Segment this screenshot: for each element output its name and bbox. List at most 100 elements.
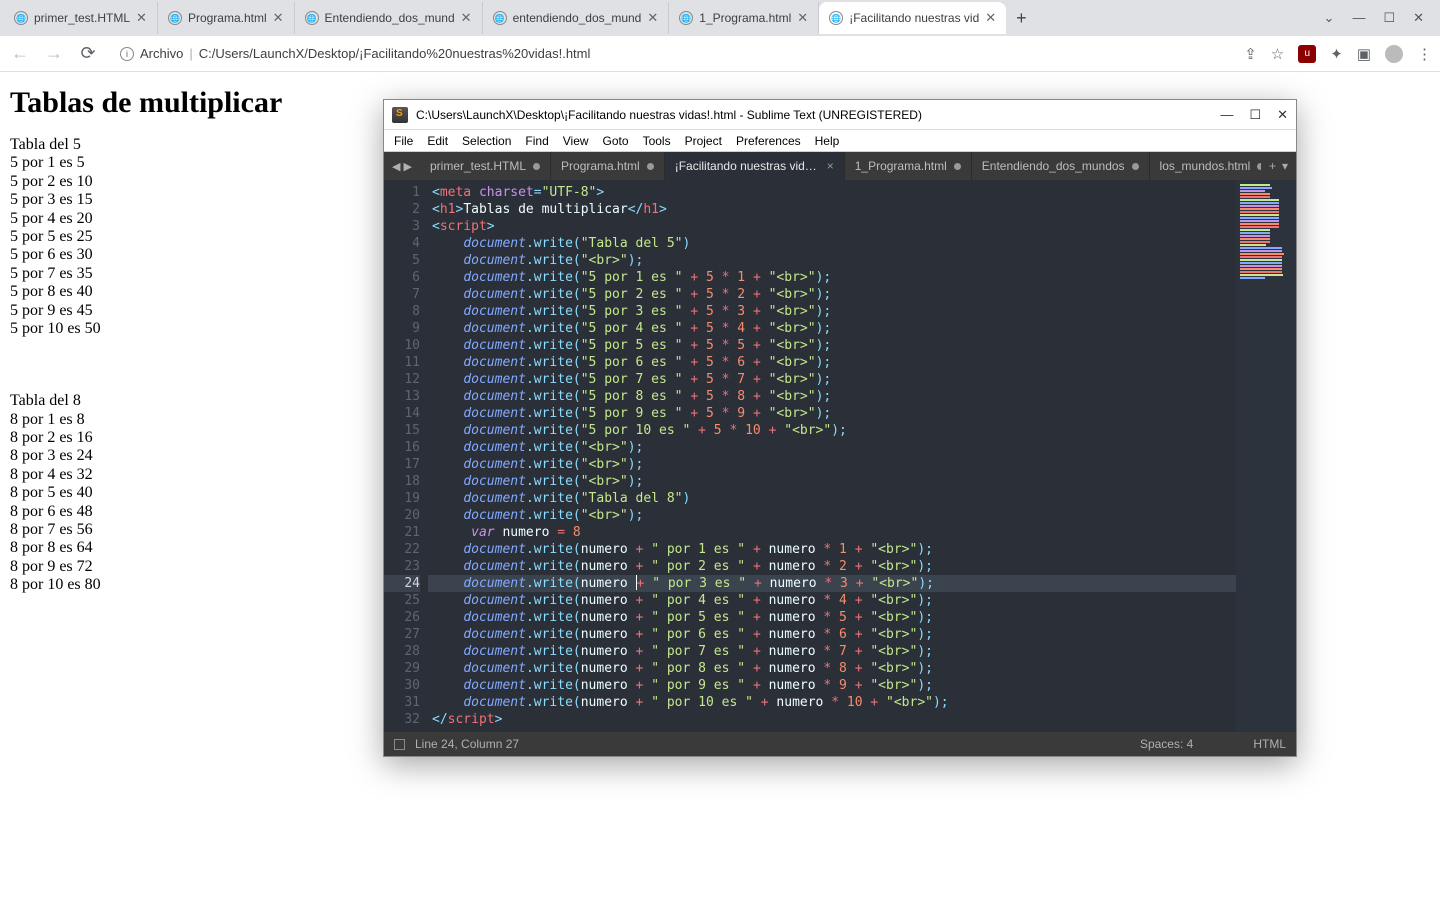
browser-tab[interactable]: 🌐entendiendo_dos_mund✕ bbox=[483, 2, 670, 34]
forward-button[interactable]: → bbox=[42, 43, 66, 64]
sublime-close-icon[interactable]: ✕ bbox=[1277, 107, 1288, 123]
sublime-tab[interactable]: los_mundos.html bbox=[1150, 152, 1261, 180]
dirty-dot-icon bbox=[954, 163, 961, 170]
info-icon[interactable]: i bbox=[120, 47, 134, 61]
close-tab-icon[interactable]: ✕ bbox=[461, 10, 472, 26]
window-controls: ⌄ — ☐ ✕ bbox=[1324, 10, 1436, 26]
sublime-tab-nav[interactable]: ◀ ▶ bbox=[384, 152, 420, 180]
star-icon[interactable]: ☆ bbox=[1271, 45, 1284, 63]
sublime-tab[interactable]: Entendiendo_dos_mundos bbox=[972, 152, 1150, 180]
code-line[interactable]: document.write("<br>"); bbox=[428, 439, 1236, 456]
code-line[interactable]: document.write(numero + " por 6 es " + n… bbox=[428, 626, 1236, 643]
back-button[interactable]: ← bbox=[8, 43, 32, 64]
code-line[interactable]: <script> bbox=[428, 218, 1236, 235]
code-line[interactable]: document.write("<br>"); bbox=[428, 507, 1236, 524]
sublime-menu-view[interactable]: View bbox=[563, 134, 589, 148]
sublime-menu-preferences[interactable]: Preferences bbox=[736, 134, 801, 148]
browser-tab[interactable]: 🌐primer_test.HTML✕ bbox=[4, 2, 158, 34]
code-line[interactable]: document.write("5 por 5 es " + 5 * 5 + "… bbox=[428, 337, 1236, 354]
browser-tab[interactable]: 🌐1_Programa.html✕ bbox=[669, 2, 819, 34]
code-line[interactable]: document.write(numero + " por 2 es " + n… bbox=[428, 558, 1236, 575]
sublime-tab-label: ¡Facilitando nuestras vidas!.html bbox=[675, 159, 820, 173]
sublime-status-lang[interactable]: HTML bbox=[1253, 737, 1286, 751]
reload-button[interactable]: ⟳ bbox=[76, 43, 100, 64]
browser-tab[interactable]: 🌐Entendiendo_dos_mund✕ bbox=[295, 2, 483, 34]
sublime-menu-goto[interactable]: Goto bbox=[603, 134, 629, 148]
code-line[interactable]: document.write("5 por 10 es " + 5 * 10 +… bbox=[428, 422, 1236, 439]
chevron-down-icon[interactable]: ⌄ bbox=[1324, 10, 1335, 26]
sublime-titlebar[interactable]: C:\Users\LaunchX\Desktop\¡Facilitando nu… bbox=[384, 100, 1296, 130]
code-line[interactable]: document.write(numero + " por 8 es " + n… bbox=[428, 660, 1236, 677]
sublime-status-spaces[interactable]: Spaces: 4 bbox=[1140, 737, 1193, 751]
code-line[interactable]: document.write("<br>"); bbox=[428, 252, 1236, 269]
new-tab-button[interactable]: + bbox=[1006, 8, 1037, 29]
close-tab-icon[interactable]: ✕ bbox=[797, 10, 808, 26]
sublime-maximize-icon[interactable]: ☐ bbox=[1249, 107, 1261, 123]
minimize-icon[interactable]: — bbox=[1352, 10, 1365, 26]
sublime-tab[interactable]: primer_test.HTML bbox=[420, 152, 551, 180]
code-line[interactable]: var numero = 8 bbox=[428, 524, 1236, 541]
sublime-tab-label: los_mundos.html bbox=[1160, 159, 1251, 173]
sublime-menu-edit[interactable]: Edit bbox=[427, 134, 448, 148]
sublime-code-area[interactable]: <meta charset="UTF-8"><h1>Tablas de mult… bbox=[428, 180, 1236, 732]
code-line[interactable]: document.write("Tabla del 8") bbox=[428, 490, 1236, 507]
code-line[interactable]: document.write("<br>"); bbox=[428, 473, 1236, 490]
code-line[interactable]: document.write(numero + " por 1 es " + n… bbox=[428, 541, 1236, 558]
code-line[interactable]: document.write(numero + " por 9 es " + n… bbox=[428, 677, 1236, 694]
maximize-icon[interactable]: ☐ bbox=[1383, 10, 1395, 26]
sublime-minimap[interactable] bbox=[1236, 180, 1296, 732]
code-line[interactable]: document.write(numero + " por 4 es " + n… bbox=[428, 592, 1236, 609]
code-line[interactable]: document.write("5 por 2 es " + 5 * 2 + "… bbox=[428, 286, 1236, 303]
address-bar[interactable]: i Archivo | C:/Users/LaunchX/Desktop/¡Fa… bbox=[110, 40, 1234, 68]
code-line[interactable]: document.write(numero + " por 7 es " + n… bbox=[428, 643, 1236, 660]
code-line[interactable]: document.write(numero + " por 5 es " + n… bbox=[428, 609, 1236, 626]
browser-tab[interactable]: 🌐Programa.html✕ bbox=[158, 2, 295, 34]
sublime-tab-label: Programa.html bbox=[561, 159, 640, 173]
close-tab-icon[interactable]: ✕ bbox=[273, 10, 284, 26]
code-line[interactable]: <h1>Tablas de multiplicar</h1> bbox=[428, 201, 1236, 218]
browser-tab[interactable]: 🌐¡Facilitando nuestras vid✕ bbox=[819, 2, 1006, 34]
code-line[interactable]: document.write("5 por 1 es " + 5 * 1 + "… bbox=[428, 269, 1236, 286]
code-line[interactable]: document.write("5 por 9 es " + 5 * 9 + "… bbox=[428, 405, 1236, 422]
sublime-new-tab-icon[interactable]: + bbox=[1269, 159, 1276, 173]
code-line[interactable]: document.write("<br>"); bbox=[428, 456, 1236, 473]
close-icon[interactable]: ✕ bbox=[1413, 10, 1424, 26]
code-line[interactable]: document.write(numero + " por 3 es " + n… bbox=[428, 575, 1236, 592]
code-line[interactable]: document.write("Tabla del 5") bbox=[428, 235, 1236, 252]
profile-icon[interactable] bbox=[1385, 45, 1403, 63]
sublime-minimize-icon[interactable]: — bbox=[1220, 107, 1233, 123]
close-tab-icon[interactable]: ✕ bbox=[136, 10, 147, 26]
sublime-tab-label: primer_test.HTML bbox=[430, 159, 526, 173]
side-panel-icon[interactable]: ▣ bbox=[1357, 45, 1371, 63]
sublime-panel-icon[interactable] bbox=[394, 739, 405, 750]
code-line[interactable]: document.write("5 por 3 es " + 5 * 3 + "… bbox=[428, 303, 1236, 320]
close-tab-icon[interactable]: ✕ bbox=[985, 10, 996, 26]
share-icon[interactable]: ⇪ bbox=[1244, 45, 1257, 63]
sublime-menu-project[interactable]: Project bbox=[685, 134, 722, 148]
sublime-menu-help[interactable]: Help bbox=[815, 134, 840, 148]
extensions-icon[interactable]: ✦ bbox=[1330, 45, 1343, 63]
code-line[interactable]: document.write("5 por 6 es " + 5 * 6 + "… bbox=[428, 354, 1236, 371]
code-line[interactable]: document.write("5 por 8 es " + 5 * 8 + "… bbox=[428, 388, 1236, 405]
code-line[interactable]: </script> bbox=[428, 711, 1236, 728]
sublime-tab[interactable]: 1_Programa.html bbox=[845, 152, 972, 180]
menu-icon[interactable]: ⋮ bbox=[1417, 45, 1432, 63]
sublime-tabbar: ◀ ▶ primer_test.HTML Programa.html ¡Facili… bbox=[384, 152, 1296, 180]
sublime-menu-find[interactable]: Find bbox=[525, 134, 548, 148]
sublime-status-position: Line 24, Column 27 bbox=[415, 737, 519, 751]
sublime-editor[interactable]: 1234567891011121314151617181920212223242… bbox=[384, 180, 1296, 732]
sublime-tab[interactable]: ¡Facilitando nuestras vidas!.html × bbox=[665, 152, 845, 180]
sublime-tab[interactable]: Programa.html bbox=[551, 152, 665, 180]
code-line[interactable]: document.write(numero + " por 10 es " + … bbox=[428, 694, 1236, 711]
sublime-tab-menu-icon[interactable]: ▾ bbox=[1282, 159, 1288, 173]
sublime-menu-tools[interactable]: Tools bbox=[643, 134, 671, 148]
sublime-menu-selection[interactable]: Selection bbox=[462, 134, 511, 148]
close-tab-icon[interactable]: ✕ bbox=[647, 10, 658, 26]
code-line[interactable]: <meta charset="UTF-8"> bbox=[428, 184, 1236, 201]
close-tab-icon[interactable]: × bbox=[827, 159, 834, 173]
sublime-menu-file[interactable]: File bbox=[394, 134, 413, 148]
globe-icon: 🌐 bbox=[305, 11, 319, 25]
code-line[interactable]: document.write("5 por 4 es " + 5 * 4 + "… bbox=[428, 320, 1236, 337]
code-line[interactable]: document.write("5 por 7 es " + 5 * 7 + "… bbox=[428, 371, 1236, 388]
ublock-icon[interactable]: u bbox=[1298, 45, 1316, 63]
